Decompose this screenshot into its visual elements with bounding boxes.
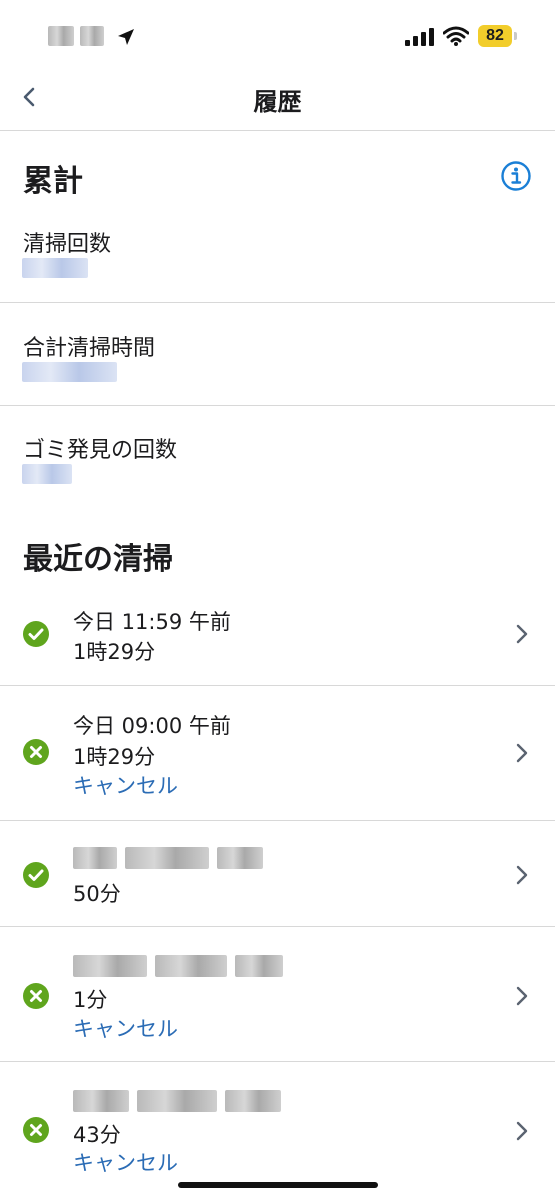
cleaning-history-row[interactable]: 43分 キャンセル (0, 1062, 555, 1196)
status-time-redacted (48, 26, 108, 46)
cleaning-duration: 1分 (73, 988, 108, 1012)
chevron-right-icon (516, 865, 528, 885)
checkmark-circle-icon (23, 862, 49, 888)
cleaning-date-redacted (73, 955, 283, 977)
cleaning-duration: 43分 (73, 1123, 121, 1147)
cancelled-label: キャンセル (73, 1151, 178, 1175)
cleaning-duration: 1時29分 (73, 745, 156, 769)
cleaning-date-redacted (73, 1090, 281, 1112)
cleaning-date-redacted (73, 847, 263, 869)
stat-debris-count: ゴミ発見の回数 (0, 428, 555, 508)
chevron-right-icon (516, 1121, 528, 1141)
stat-label: ゴミ発見の回数 (23, 438, 178, 463)
cleaning-duration: 1時29分 (73, 640, 156, 664)
cleaning-duration: 50分 (73, 882, 121, 906)
cleaning-history-row[interactable]: 1分 キャンセル (0, 927, 555, 1061)
chevron-right-icon (516, 624, 528, 644)
home-indicator[interactable] (178, 1182, 378, 1188)
chevron-right-icon (516, 986, 528, 1006)
chevron-right-icon (516, 743, 528, 763)
cancelled-label: キャンセル (73, 774, 178, 798)
cancelled-label: キャンセル (73, 1017, 178, 1041)
cellular-signal-icon (405, 28, 434, 46)
recent-section-title: 最近の清掃 (23, 542, 173, 577)
stat-value-redacted (22, 464, 72, 484)
x-circle-icon (23, 983, 49, 1009)
cleaning-history-row[interactable]: 今日 11:59 午前 1時29分 (0, 590, 555, 685)
x-circle-icon (23, 739, 49, 765)
wifi-icon (443, 26, 469, 46)
info-icon[interactable] (500, 160, 532, 192)
battery-nub (514, 32, 517, 40)
cleaning-history-row[interactable]: 今日 09:00 午前 1時29分 キャンセル (0, 686, 555, 820)
page-title: 履歴 (253, 88, 302, 116)
totals-section-title: 累計 (23, 164, 83, 199)
status-bar: 82 (0, 0, 555, 70)
checkmark-circle-icon (23, 621, 49, 647)
cleaning-history-row[interactable]: 50分 (0, 821, 555, 926)
cleaning-date: 今日 09:00 午前 (73, 714, 231, 738)
stat-label: 清掃回数 (23, 232, 112, 257)
stat-value-redacted (22, 362, 117, 382)
cleaning-date: 今日 11:59 午前 (73, 610, 231, 634)
stat-cleaning-count: 清掃回数 (0, 222, 555, 302)
x-circle-icon (23, 1117, 49, 1143)
battery-indicator: 82 (478, 25, 512, 47)
stat-label: 合計清掃時間 (23, 336, 156, 361)
stat-total-time: 合計清掃時間 (0, 326, 555, 406)
stat-value-redacted (22, 258, 88, 278)
navigation-bar: 履歴 (0, 70, 555, 131)
divider (0, 405, 555, 406)
location-arrow-icon (118, 29, 134, 45)
divider (0, 302, 555, 303)
